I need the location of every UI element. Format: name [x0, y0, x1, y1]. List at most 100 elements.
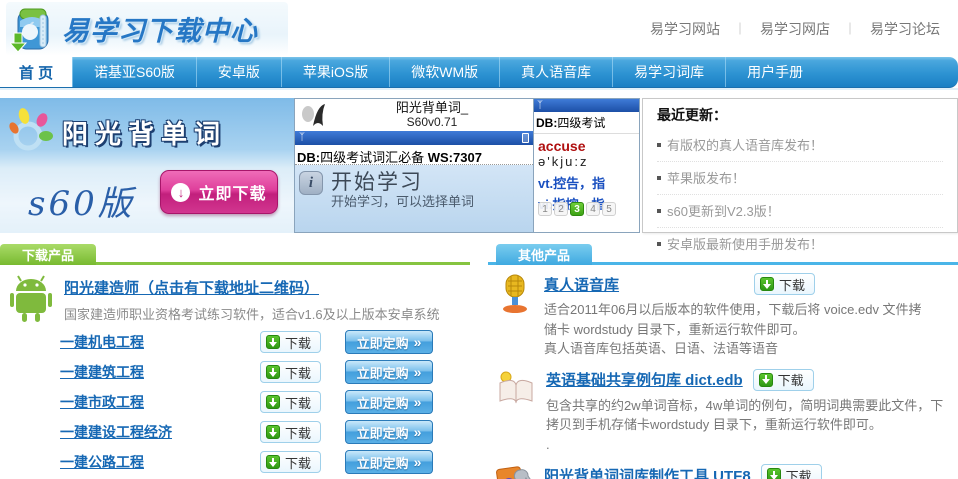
menu-item-title[interactable]: 开始学习	[331, 171, 474, 195]
order-label: 立即定购	[357, 363, 409, 382]
download-label: 下载	[285, 423, 311, 442]
nav-wrap: 首 页 诺基亚S60版 安卓版 苹果iOS版 微软WM版 真人语音库 易学习词库…	[0, 57, 958, 90]
order-button[interactable]: 立即定购 »	[345, 330, 433, 354]
update-item[interactable]: 苹果版发布！	[657, 162, 943, 195]
page-number-active[interactable]: 3	[570, 202, 584, 216]
db-label: DB:	[536, 116, 557, 130]
page-number[interactable]: 4	[586, 202, 600, 216]
android-icon	[8, 275, 54, 323]
promo-download-label: 立即下载	[198, 180, 266, 204]
update-text: 有版权的真人语音库发布！	[667, 135, 823, 154]
download-button[interactable]: 下载	[260, 361, 321, 383]
nav-item-wm[interactable]: 微软WM版	[389, 57, 499, 87]
page-number[interactable]: 2	[554, 202, 568, 216]
product-link[interactable]: 一建建设工程经济	[60, 422, 260, 442]
other-item-body: 英语基础共享例句库 dict.edb 下载 包含共享的约2w单词音标，4w单词的…	[546, 369, 958, 455]
db-value: 四级考试	[557, 116, 605, 130]
other-item: w 阳光背单词词库制作工具 UTF8 下载	[488, 456, 958, 479]
product-row: 一建建设工程经济 下载 立即定购 »	[0, 417, 470, 447]
promo-download-button[interactable]: ↓ 立即下载	[160, 170, 278, 214]
product-link[interactable]: 一建建筑工程	[60, 362, 260, 382]
other-item-titlerow: 真人语音库 下载	[544, 273, 958, 295]
order-button[interactable]: 立即定购 »	[345, 360, 433, 384]
chevron-right-icon: »	[414, 334, 422, 350]
top-links: 易学习网站 ｜ 易学习网店 ｜ 易学习论坛	[650, 19, 940, 39]
nav-item-ios[interactable]: 苹果iOS版	[281, 57, 389, 87]
download-label: 下载	[779, 275, 805, 294]
download-button[interactable]: 下载	[761, 464, 822, 479]
product-row: 一建市政工程 下载 立即定购 »	[0, 387, 470, 417]
separator: ｜	[844, 20, 856, 37]
download-button[interactable]: 下载	[754, 273, 815, 295]
down-arrow-icon: ↓	[171, 183, 190, 202]
other-item-desc-line: 储卡 wordstudy 目录下，重新运行软件即可。	[544, 320, 958, 340]
download-icon	[266, 395, 280, 409]
download-icon	[266, 365, 280, 379]
app-version: S60v0.71	[335, 116, 529, 129]
order-button[interactable]: 立即定购 »	[345, 390, 433, 414]
other-item-desc-line: 包含共享的约2w单词音标，4w单词的例句，简明词典需要此文件，下	[546, 396, 958, 416]
link-website[interactable]: 易学习网站	[650, 19, 720, 39]
product-row: 一建机电工程 下载 立即定购 »	[0, 327, 470, 357]
product-link[interactable]: 一建市政工程	[60, 392, 260, 412]
download-button[interactable]: 下载	[260, 451, 321, 473]
nav-item-manual[interactable]: 用户手册	[725, 57, 824, 87]
status-bar: ᛉ	[295, 131, 533, 145]
db-status-line: DB:四级考试词汇必备 WS:7307	[295, 145, 533, 165]
nav-home[interactable]: 首 页	[0, 57, 72, 87]
nav-item-s60[interactable]: 诺基亚S60版	[72, 57, 196, 87]
update-item[interactable]: s60更新到V2.3版！	[657, 195, 943, 228]
other-item-desc-line: 真人语音库包括英语、日语、法语等语音	[544, 339, 958, 359]
other-product-link[interactable]: 真人语音库	[544, 274, 744, 295]
order-button[interactable]: 立即定购 »	[345, 420, 433, 444]
download-label: 下载	[786, 466, 812, 479]
nav-item-android[interactable]: 安卓版	[196, 57, 281, 87]
promo-banner[interactable]: 阳光背单词 s60版 ↓ 立即下载	[0, 98, 294, 233]
tab-others[interactable]: 其他产品	[496, 244, 592, 265]
page-number[interactable]: 1	[538, 202, 552, 216]
product-link[interactable]: 一建机电工程	[60, 332, 260, 352]
menu-item-subtitle: 开始学习，可以选择单词	[331, 195, 474, 210]
other-item-body: 真人语音库 下载 适合2011年06月以后版本的软件使用，下载后将 voice.…	[544, 273, 958, 359]
app-logo-icon	[299, 102, 329, 128]
other-product-link[interactable]: 阳光背单词词库制作工具 UTF8	[544, 465, 751, 479]
promo-title: 阳光背单词	[62, 114, 227, 151]
phone-screenshot-word: ᛉ DB:四级考试 accuse ə'kju:z vt.控告，指 vi.指控，指…	[533, 98, 640, 233]
featured-text: 阳光建造师（点击有下载地址二维码） 国家建造师职业资格考试练习软件，适合v1.6…	[64, 275, 440, 323]
download-button[interactable]: 下载	[753, 369, 814, 391]
page-number[interactable]: 5	[602, 202, 616, 216]
update-item[interactable]: 有版权的真人语音库发布！	[657, 129, 943, 162]
bullet-icon	[657, 209, 661, 213]
nav-item-dict[interactable]: 易学习词库	[612, 57, 725, 87]
menu-text: 开始学习 开始学习，可以选择单词	[331, 171, 474, 232]
tab-downloads[interactable]: 下载产品	[0, 244, 96, 265]
microphone-icon	[496, 273, 534, 359]
site-logo[interactable]: 易学习下载中心	[6, 2, 288, 56]
order-label: 立即定购	[357, 423, 409, 442]
other-item: 真人语音库 下载 适合2011年06月以后版本的软件使用，下载后将 voice.…	[488, 265, 958, 361]
other-product-link[interactable]: 英语基础共享例句库 dict.edb	[546, 369, 743, 390]
other-item-body: 阳光背单词词库制作工具 UTF8 下载	[544, 464, 958, 479]
site-title: 易学习下载中心	[62, 9, 258, 48]
pagination: 1 2 3 4 5	[538, 202, 616, 216]
chevron-right-icon: »	[414, 454, 422, 470]
featured-product-desc: 国家建造师职业资格考试练习软件，适合v1.6及以上版本安卓系统	[64, 304, 440, 323]
download-button[interactable]: 下载	[260, 331, 321, 353]
other-item-titlerow: 阳光背单词词库制作工具 UTF8 下载	[544, 464, 958, 479]
recent-updates-box: 最近更新： 有版权的真人语音库发布！ 苹果版发布！ s60更新到V2.3版！ 安…	[642, 98, 958, 233]
db-label: DB:	[297, 150, 320, 165]
download-label: 下载	[285, 393, 311, 412]
download-button[interactable]: 下载	[260, 421, 321, 443]
product-link[interactable]: 一建公路工程	[60, 452, 260, 472]
link-forum[interactable]: 易学习论坛	[870, 19, 940, 39]
order-button[interactable]: 立即定购 »	[345, 450, 433, 474]
word-meaning-vt: vt.控告，指	[534, 171, 639, 192]
link-store[interactable]: 易学习网店	[760, 19, 830, 39]
ws-label: WS:7307	[428, 150, 482, 165]
download-icon	[759, 373, 773, 387]
nav-item-voice[interactable]: 真人语音库	[499, 57, 612, 87]
featured-product: 阳光建造师（点击有下载地址二维码） 国家建造师职业资格考试练习软件，适合v1.6…	[0, 265, 470, 327]
featured-product-link[interactable]: 阳光建造师（点击有下载地址二维码）	[64, 277, 319, 298]
other-item-titlerow: 英语基础共享例句库 dict.edb 下载	[546, 369, 958, 391]
download-button[interactable]: 下载	[260, 391, 321, 413]
